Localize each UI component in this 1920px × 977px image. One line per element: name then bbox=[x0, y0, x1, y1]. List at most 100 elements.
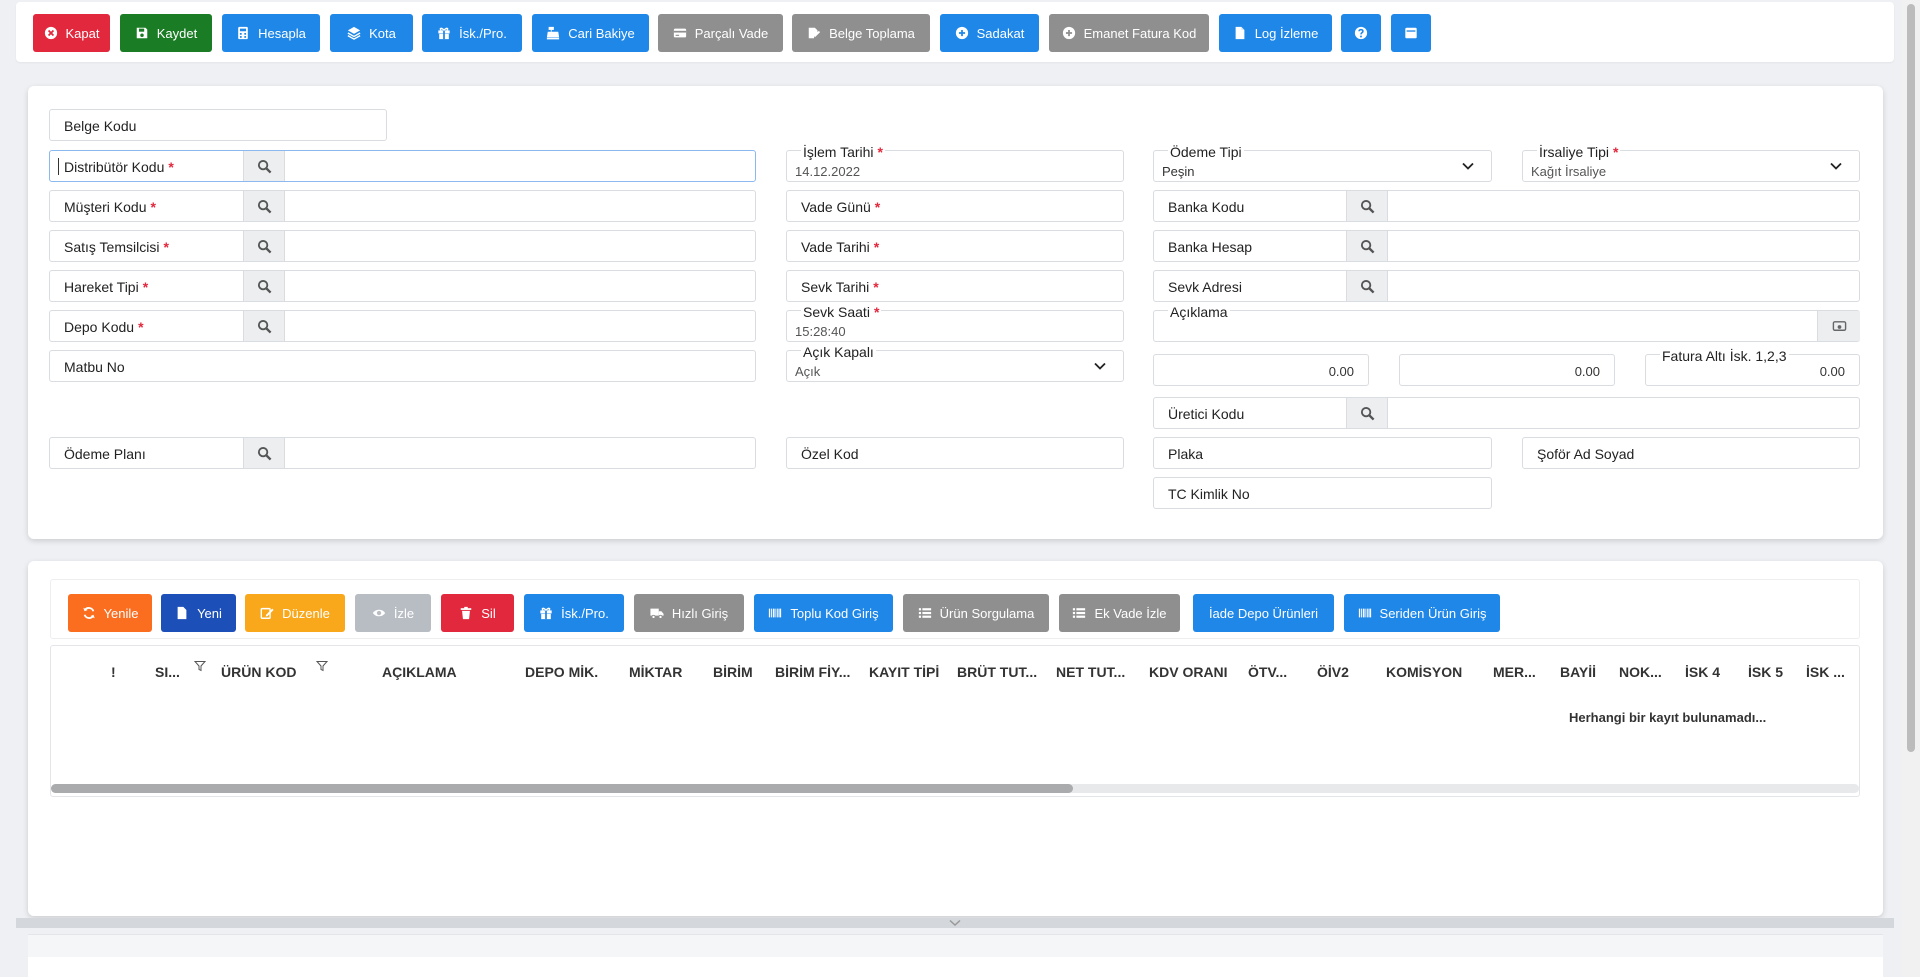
column-header-discount-4[interactable]: İSK 4 bbox=[1685, 664, 1720, 680]
return-warehouse-products-button[interactable]: İade Depo Ürünleri bbox=[1193, 594, 1334, 632]
invoice-discount-label: Fatura Altı İsk. 1,2,3 bbox=[1660, 348, 1789, 364]
movement-type-field[interactable]: Hareket Tipi * bbox=[49, 270, 756, 302]
transaction-date-field[interactable]: İşlem Tarihi * 14.12.2022 bbox=[786, 144, 1124, 182]
tc-id-field[interactable]: TC Kimlik No bbox=[1153, 477, 1492, 509]
document-code-field[interactable]: Belge Kodu bbox=[49, 109, 387, 141]
column-header-mer[interactable]: MER... bbox=[1493, 664, 1536, 680]
column-header-dealer[interactable]: BAYİİ bbox=[1560, 664, 1596, 680]
shipment-address-lookup-button[interactable] bbox=[1346, 271, 1388, 301]
filter-icon[interactable] bbox=[194, 660, 206, 672]
payment-type-label: Ödeme Tipi bbox=[1168, 144, 1244, 160]
consignment-invoice-code-button[interactable]: Emanet Fatura Kod bbox=[1049, 14, 1209, 52]
manufacturer-lookup-button[interactable] bbox=[1346, 398, 1388, 428]
loyalty-button[interactable]: Sadakat bbox=[940, 14, 1039, 52]
document-collection-button[interactable]: Belge Toplama bbox=[792, 14, 930, 52]
column-header-discount-more[interactable]: İSK ... bbox=[1806, 664, 1845, 680]
open-closed-select[interactable]: Açık Kapalı Açık bbox=[786, 344, 1124, 382]
column-header-oiv2[interactable]: ÖİV2 bbox=[1317, 664, 1349, 680]
column-header-otv[interactable]: ÖTV... bbox=[1248, 664, 1287, 680]
warehouse-lookup-button[interactable] bbox=[243, 311, 285, 341]
column-header-net-total[interactable]: NET TUT... bbox=[1056, 664, 1125, 680]
grid-horizontal-scrollbar[interactable] bbox=[51, 784, 1859, 793]
window-toggle-button[interactable] bbox=[1391, 14, 1431, 52]
save-button[interactable]: Kaydet bbox=[120, 14, 212, 52]
serial-product-entry-button[interactable]: Seriden Ürün Giriş bbox=[1344, 594, 1500, 632]
filter-icon[interactable] bbox=[316, 660, 328, 672]
page-scrollbar-thumb[interactable] bbox=[1907, 4, 1915, 752]
shipment-time-field[interactable]: Sevk Saati * 15:28:40 bbox=[786, 304, 1124, 342]
shipment-date-field[interactable]: Sevk Tarihi * bbox=[786, 270, 1124, 302]
column-header-gross-total[interactable]: BRÜT TUT... bbox=[957, 664, 1037, 680]
customer-code-field[interactable]: Müşteri Kodu * bbox=[49, 190, 756, 222]
product-query-button[interactable]: Ürün Sorgulama bbox=[903, 594, 1049, 632]
column-header-product-code[interactable]: ÜRÜN KOD bbox=[221, 664, 296, 680]
bank-account-field[interactable]: Banka Hesap bbox=[1153, 230, 1860, 262]
quota-button[interactable]: Kota bbox=[330, 14, 413, 52]
column-header-vat-rate[interactable]: KDV ORANI bbox=[1149, 664, 1228, 680]
discount-1-field[interactable]: 0.00 bbox=[1153, 354, 1369, 386]
customer-lookup-button[interactable] bbox=[243, 191, 285, 221]
list-icon bbox=[918, 608, 931, 618]
refresh-button[interactable]: Yenile bbox=[68, 594, 152, 632]
manufacturer-code-field[interactable]: Üretici Kodu bbox=[1153, 397, 1860, 429]
column-header-unit[interactable]: BİRİM bbox=[713, 664, 753, 680]
distributor-lookup-button[interactable] bbox=[243, 151, 285, 181]
column-header-discount-5[interactable]: İSK 5 bbox=[1748, 664, 1783, 680]
distributor-code-field[interactable]: Distribütör Kodu * bbox=[49, 150, 756, 182]
column-header-unit-price[interactable]: BİRİM FİY... bbox=[775, 664, 850, 680]
term-date-field[interactable]: Vade Tarihi * bbox=[786, 230, 1124, 262]
warehouse-code-field[interactable]: Depo Kodu * bbox=[49, 310, 756, 342]
column-header-quantity[interactable]: MİKTAR bbox=[629, 664, 682, 680]
description-expand-button[interactable] bbox=[1817, 311, 1860, 341]
view-button[interactable]: İzle bbox=[355, 594, 431, 632]
quick-entry-button[interactable]: Hızlı Giriş bbox=[634, 594, 744, 632]
bulk-code-entry-button[interactable]: Toplu Kod Giriş bbox=[754, 594, 893, 632]
partial-term-button[interactable]: Parçalı Vade bbox=[658, 14, 783, 52]
close-button[interactable]: Kapat bbox=[33, 14, 110, 52]
bank-account-lookup-button[interactable] bbox=[1346, 231, 1388, 261]
account-balance-button[interactable]: Cari Bakiye bbox=[532, 14, 649, 52]
bank-code-field[interactable]: Banka Kodu bbox=[1153, 190, 1860, 222]
payment-plan-field[interactable]: Ödeme Planı bbox=[49, 437, 756, 469]
plate-field[interactable]: Plaka bbox=[1153, 437, 1492, 469]
panel-splitter[interactable] bbox=[16, 918, 1894, 928]
search-icon bbox=[1360, 239, 1374, 253]
payment-type-select[interactable]: Ödeme Tipi Peşin bbox=[1153, 144, 1492, 182]
description-field[interactable]: Açıklama bbox=[1153, 304, 1860, 342]
grid-discount-promo-button[interactable]: İsk./Pro. bbox=[524, 594, 624, 632]
waybill-type-select[interactable]: İrsaliye Tipi * Kağıt İrsaliye bbox=[1522, 144, 1860, 182]
column-header-record-type[interactable]: KAYIT TİPİ bbox=[869, 664, 939, 680]
discount-promo-button[interactable]: İsk./Pro. bbox=[422, 14, 522, 52]
extra-term-view-button[interactable]: Ek Vade İzle bbox=[1059, 594, 1180, 632]
bank-code-lookup-button[interactable] bbox=[1346, 191, 1388, 221]
log-view-button[interactable]: Log İzleme bbox=[1219, 14, 1332, 52]
view-button-label: İzle bbox=[393, 605, 415, 621]
new-button[interactable]: Yeni bbox=[161, 594, 236, 632]
sales-rep-field[interactable]: Satış Temsilcisi * bbox=[49, 230, 756, 262]
discount-2-field[interactable]: 0.00 bbox=[1399, 354, 1615, 386]
shipment-address-field[interactable]: Sevk Adresi bbox=[1153, 270, 1860, 302]
special-code-field[interactable]: Özel Kod bbox=[786, 437, 1124, 469]
column-header-alert[interactable]: ! bbox=[111, 664, 116, 680]
help-button[interactable] bbox=[1341, 14, 1381, 52]
edit-button[interactable]: Düzenle bbox=[245, 594, 345, 632]
shipment-address-label: Sevk Adresi bbox=[1168, 279, 1242, 295]
column-header-commission[interactable]: KOMİSYON bbox=[1386, 664, 1462, 680]
payment-plan-lookup-button[interactable] bbox=[243, 438, 285, 468]
delete-button[interactable]: Sil bbox=[441, 594, 514, 632]
term-days-field[interactable]: Vade Günü * bbox=[786, 190, 1124, 222]
layers-icon bbox=[347, 26, 361, 40]
print-number-field[interactable]: Matbu No bbox=[49, 350, 756, 382]
column-header-order[interactable]: SI... bbox=[155, 664, 180, 680]
sales-rep-lookup-button[interactable] bbox=[243, 231, 285, 261]
page-vertical-scrollbar[interactable] bbox=[1902, 0, 1920, 977]
discount-3-value: 0.00 bbox=[1819, 364, 1845, 379]
movement-type-lookup-button[interactable] bbox=[243, 271, 285, 301]
driver-name-field[interactable]: Şoför Ad Soyad bbox=[1522, 437, 1860, 469]
column-header-description[interactable]: AÇIKLAMA bbox=[382, 664, 457, 680]
discount-3-field[interactable]: Fatura Altı İsk. 1,2,3 0.00 bbox=[1645, 348, 1860, 386]
column-header-warehouse-qty[interactable]: DEPO MİK. bbox=[525, 664, 598, 680]
calculate-button[interactable]: Hesapla bbox=[222, 14, 320, 52]
column-header-nok[interactable]: NOK... bbox=[1619, 664, 1662, 680]
grid-scrollbar-thumb[interactable] bbox=[51, 784, 1073, 793]
